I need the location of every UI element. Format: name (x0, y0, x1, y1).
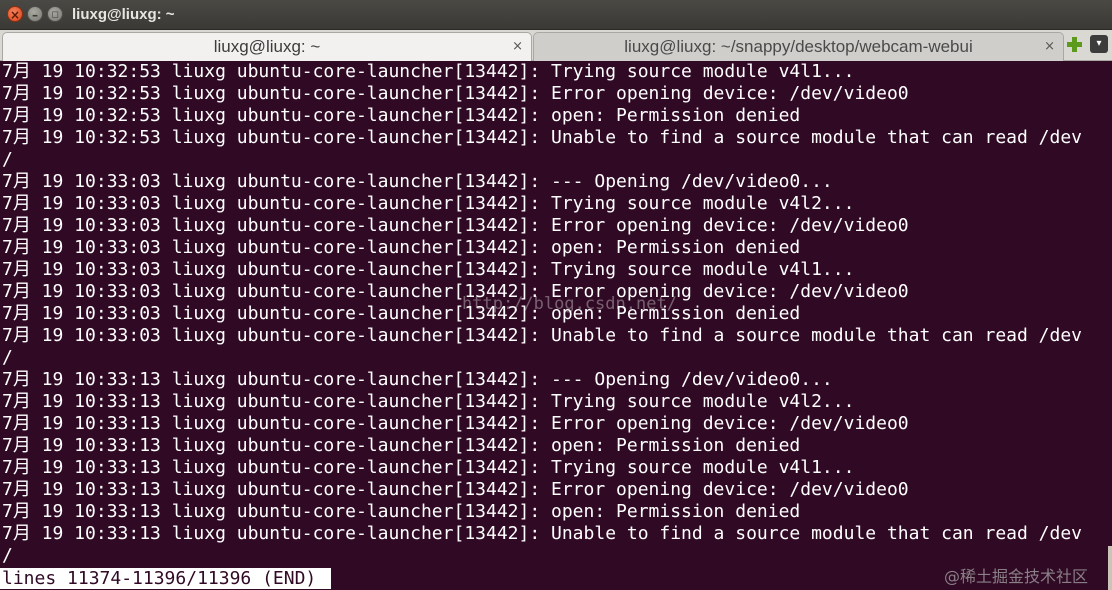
tab-home[interactable]: liuxg@liuxg: ~ × (2, 32, 532, 61)
terminal-line: 7月 19 10:33:13 liuxg ubuntu-core-launche… (2, 435, 801, 456)
terminal-line: 7月 19 10:33:03 liuxg ubuntu-core-launche… (2, 215, 909, 236)
terminal-line: 7月 19 10:33:03 liuxg ubuntu-core-launche… (2, 237, 801, 258)
window-close-button[interactable]: × (7, 6, 23, 22)
window-titlebar[interactable]: × – ◻ liuxg@liuxg: ~ (0, 0, 1112, 30)
terminal-line: 7月 19 10:33:03 liuxg ubuntu-core-launche… (2, 193, 855, 214)
site-watermark: @稀土掘金技术社区 (944, 567, 1089, 586)
tabs-menu-chevron-down-icon[interactable]: ▾ (1090, 35, 1108, 53)
tab-bar: liuxg@liuxg: ~ × liuxg@liuxg: ~/snappy/d… (0, 30, 1112, 61)
tab-label: liuxg@liuxg: ~/snappy/desktop/webcam-web… (624, 37, 973, 56)
window-minimize-button[interactable]: – (27, 6, 43, 22)
terminal-line: 7月 19 10:32:53 liuxg ubuntu-core-launche… (2, 83, 909, 104)
terminal-line: 7月 19 10:33:13 liuxg ubuntu-core-launche… (2, 523, 1083, 544)
tab-webcam-webui[interactable]: liuxg@liuxg: ~/snappy/desktop/webcam-web… (533, 32, 1064, 61)
terminal-line: 7月 19 10:33:13 liuxg ubuntu-core-launche… (2, 369, 833, 390)
scrollbar[interactable] (1108, 546, 1112, 590)
terminal-line: 7月 19 10:33:13 liuxg ubuntu-core-launche… (2, 413, 909, 434)
pager-status-line: lines 11374-11396/11396 (END) (0, 568, 331, 589)
terminal-line: 7月 19 10:33:13 liuxg ubuntu-core-launche… (2, 479, 909, 500)
terminal-line: 7月 19 10:33:13 liuxg ubuntu-core-launche… (2, 391, 855, 412)
tab-close-icon[interactable]: × (1044, 33, 1055, 61)
terminal-line: 7月 19 10:33:03 liuxg ubuntu-core-launche… (2, 171, 833, 192)
tab-label: liuxg@liuxg: ~ (213, 37, 321, 56)
window-title: liuxg@liuxg: ~ (72, 6, 175, 23)
new-tab-plus-icon[interactable] (1066, 34, 1082, 54)
terminal-lines: 7月 19 10:32:53 liuxg ubuntu-core-launche… (0, 61, 1112, 567)
terminal-line: 7月 19 10:33:13 liuxg ubuntu-core-launche… (2, 457, 855, 478)
terminal-line: / (2, 347, 13, 368)
terminal-line: 7月 19 10:33:03 liuxg ubuntu-core-launche… (2, 259, 855, 280)
terminal-line: 7月 19 10:32:53 liuxg ubuntu-core-launche… (2, 127, 1083, 148)
url-watermark: http://blog.csdn.net/ (462, 294, 677, 314)
terminal-output[interactable]: 7月 19 10:32:53 liuxg ubuntu-core-launche… (0, 61, 1112, 590)
terminal-line: 7月 19 10:33:03 liuxg ubuntu-core-launche… (2, 325, 1083, 346)
window-maximize-button[interactable]: ◻ (47, 6, 63, 22)
terminal-line: 7月 19 10:32:53 liuxg ubuntu-core-launche… (2, 105, 801, 126)
terminal-line: / (2, 149, 13, 170)
terminal-line: 7月 19 10:33:13 liuxg ubuntu-core-launche… (2, 501, 801, 522)
tab-close-icon[interactable]: × (512, 33, 523, 61)
terminal-line: 7月 19 10:32:53 liuxg ubuntu-core-launche… (2, 61, 855, 82)
